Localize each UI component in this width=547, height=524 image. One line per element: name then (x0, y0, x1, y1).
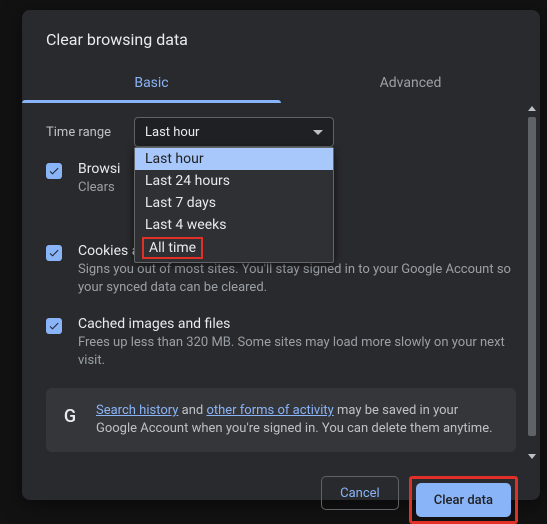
clear-data-button[interactable]: Clear data (416, 483, 511, 517)
checkbox-cache[interactable] (46, 318, 62, 334)
dialog-title: Clear browsing data (22, 10, 540, 65)
google-account-note: G Search history and other forms of acti… (46, 388, 516, 452)
time-range-dropdown[interactable]: Last hour Last 24 hours Last 7 days Last… (134, 147, 334, 263)
check-icon (48, 165, 60, 177)
item-desc-cache: Frees up less than 320 MB. Some sites ma… (78, 334, 516, 370)
checkbox-cookies[interactable] (46, 245, 62, 261)
clear-browsing-dialog: Clear browsing data Basic Advanced Time … (22, 10, 540, 500)
google-icon: G (60, 404, 80, 429)
item-title-cache: Cached images and files (78, 316, 516, 332)
checkbox-row-cache: Cached images and files Frees up less th… (46, 316, 516, 370)
check-icon (48, 320, 60, 332)
dropdown-option-last-hour[interactable]: Last hour (135, 148, 333, 170)
link-other-activity[interactable]: other forms of activity (206, 403, 333, 418)
dropdown-option-last-7-days[interactable]: Last 7 days (135, 192, 333, 214)
scrollbar-thumb[interactable] (528, 117, 536, 436)
check-icon (48, 247, 60, 259)
time-range-row: Time range Last hour (46, 117, 516, 147)
tab-basic[interactable]: Basic (22, 65, 281, 103)
dropdown-option-all-time[interactable]: All time (142, 237, 203, 259)
chevron-down-icon (313, 130, 323, 135)
checkbox-history[interactable] (46, 163, 62, 179)
note-text: Search history and other forms of activi… (96, 402, 502, 438)
highlight-clear-data: Clear data (409, 476, 518, 524)
select-value: Last hour (145, 125, 199, 140)
dialog-footer: Cancel Clear data (22, 462, 540, 524)
cancel-button[interactable]: Cancel (321, 476, 399, 510)
tab-advanced[interactable]: Advanced (281, 65, 540, 103)
dropdown-option-last-24-hours[interactable]: Last 24 hours (135, 170, 333, 192)
item-desc-cookies: Signs you out of most sites. You'll stay… (78, 261, 516, 297)
time-range-label: Time range (46, 125, 134, 140)
link-search-history[interactable]: Search history (96, 403, 178, 418)
scrollbar[interactable] (526, 103, 538, 462)
dropdown-option-last-4-weeks[interactable]: Last 4 weeks (135, 214, 333, 236)
time-range-select[interactable]: Last hour (134, 117, 334, 147)
dialog-body: Time range Last hour Last hour Last 24 h… (22, 103, 540, 462)
tabs: Basic Advanced (22, 65, 540, 103)
